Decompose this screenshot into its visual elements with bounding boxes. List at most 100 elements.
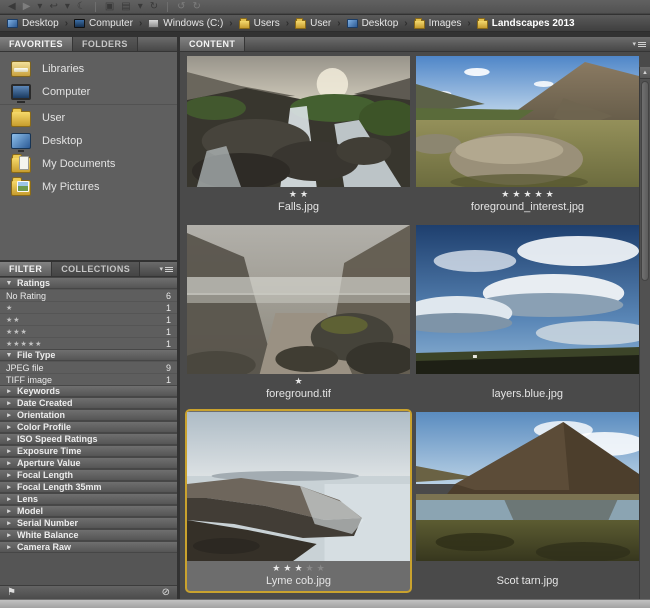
filter-section-focal-length[interactable]: ▸Focal Length bbox=[0, 469, 177, 481]
filter-row-[interactable]: ★★1 bbox=[0, 314, 177, 325]
filter-row-[interactable]: ★1 bbox=[0, 302, 177, 313]
favorites-item-my-documents[interactable]: My Documents bbox=[0, 152, 177, 175]
filter-section-ratings[interactable]: ▼Ratings bbox=[0, 277, 177, 289]
filter-section-focal-length-35mm[interactable]: ▸Focal Length 35mm bbox=[0, 481, 177, 493]
filter-row-jpeg-file[interactable]: JPEG file9 bbox=[0, 362, 177, 373]
refine-icon[interactable]: ↻ bbox=[150, 2, 158, 12]
filter-row-[interactable]: ★★★★★1 bbox=[0, 338, 177, 349]
rating-stars[interactable]: ★ bbox=[294, 375, 302, 388]
filter-section-exposure-time[interactable]: ▸Exposure Time bbox=[0, 445, 177, 457]
filter-section-white-balance[interactable]: ▸White Balance bbox=[0, 529, 177, 541]
falls-thumbnail-image[interactable] bbox=[187, 56, 410, 187]
star-filled-icon[interactable]: ★ bbox=[300, 190, 308, 199]
rating-stars[interactable]: ★★★★★ bbox=[501, 188, 553, 201]
breadcrumb-item-windows-c[interactable]: Windows (C:) bbox=[146, 18, 225, 29]
layers-blue-thumbnail-image[interactable] bbox=[416, 225, 639, 374]
file-name[interactable]: layers.blue.jpg bbox=[492, 388, 563, 402]
toolbar-separator bbox=[95, 2, 96, 12]
rating-stars[interactable]: ★★ bbox=[289, 188, 308, 201]
star-filled-icon[interactable]: ★ bbox=[512, 190, 520, 199]
filter-row-tiff-image[interactable]: TIFF image1 bbox=[0, 374, 177, 385]
rotate-right-icon[interactable]: ↻ bbox=[193, 2, 201, 12]
content-panel-menu-icon[interactable]: ▾ bbox=[632, 41, 646, 48]
thumbnail-cell-scot-tarn[interactable]: Scot tarn.jpg bbox=[414, 409, 641, 593]
expand-triangle-icon: ▸ bbox=[5, 544, 13, 551]
filter-row-[interactable]: ★★★1 bbox=[0, 326, 177, 337]
return-to-recent-icon[interactable]: ↩ bbox=[49, 2, 57, 12]
expand-triangle-icon: ▸ bbox=[5, 532, 13, 539]
star-filled-icon[interactable]: ★ bbox=[283, 564, 291, 573]
tab-collections[interactable]: COLLECTIONS bbox=[52, 262, 140, 276]
star-empty-icon[interactable]: ★ bbox=[317, 564, 325, 573]
star-filled-icon[interactable]: ★ bbox=[289, 190, 297, 199]
bridge-boomerang-icon[interactable]: ☾ bbox=[77, 2, 86, 12]
file-name[interactable]: foreground.tif bbox=[266, 388, 331, 402]
thumbnail-cell-layers-blue[interactable]: layers.blue.jpg bbox=[414, 222, 641, 406]
tab-content[interactable]: CONTENT bbox=[180, 37, 245, 51]
foreground-tif-thumbnail-image[interactable] bbox=[187, 225, 410, 374]
breadcrumb-item-user[interactable]: User bbox=[293, 18, 333, 29]
scroll-up-icon[interactable]: ▲ bbox=[640, 67, 650, 79]
filter-section-model[interactable]: ▸Model bbox=[0, 505, 177, 517]
thumbnail-cell-foreground-tif[interactable]: ★ foreground.tif bbox=[185, 222, 412, 406]
breadcrumb-item-desktop[interactable]: Desktop bbox=[5, 18, 61, 29]
star-empty-icon[interactable]: ★ bbox=[306, 564, 314, 573]
file-name[interactable]: Lyme cob.jpg bbox=[266, 575, 331, 589]
star-filled-icon[interactable]: ★ bbox=[535, 190, 543, 199]
file-name[interactable]: foreground_interest.jpg bbox=[471, 201, 584, 215]
breadcrumb-item-users[interactable]: Users bbox=[237, 18, 282, 29]
filter-panel-menu-icon[interactable]: ▾ bbox=[159, 266, 173, 273]
file-name[interactable]: Falls.jpg bbox=[278, 201, 319, 215]
favorites-item-my-pictures[interactable]: My Pictures bbox=[0, 175, 177, 198]
thumbnail-cell-falls[interactable]: ★★ Falls.jpg bbox=[185, 53, 412, 219]
content-scrollbar[interactable]: ▲ bbox=[639, 67, 650, 599]
tab-filter[interactable]: FILTER bbox=[0, 262, 52, 276]
open-in-camera-raw-icon[interactable]: ▤ bbox=[121, 2, 130, 12]
breadcrumb-item-landscapes-2013[interactable]: Landscapes 2013 bbox=[475, 18, 577, 29]
rotate-left-icon[interactable]: ↺ bbox=[177, 2, 185, 12]
thumbnail-cell-foreground-interest[interactable]: ★★★★★ foreground_interest.jpg bbox=[414, 53, 641, 219]
favorites-item-libraries[interactable]: Libraries bbox=[0, 57, 177, 80]
filter-section-iso-speed-ratings[interactable]: ▸ISO Speed Ratings bbox=[0, 433, 177, 445]
scot-tarn-thumbnail-image[interactable] bbox=[416, 412, 639, 561]
filter-section-color-profile[interactable]: ▸Color Profile bbox=[0, 421, 177, 433]
file-name[interactable]: Scot tarn.jpg bbox=[497, 575, 559, 589]
keep-filter-flag-icon[interactable]: ⚑ bbox=[7, 587, 16, 599]
star-filled-icon[interactable]: ★ bbox=[294, 564, 302, 573]
filter-section-orientation[interactable]: ▸Orientation bbox=[0, 409, 177, 421]
back-icon[interactable]: ◀ bbox=[8, 2, 16, 12]
filter-section-label: Ratings bbox=[17, 278, 50, 288]
star-filled-icon[interactable]: ★ bbox=[501, 190, 509, 199]
filter-section-date-created[interactable]: ▸Date Created bbox=[0, 397, 177, 409]
breadcrumb-item-images[interactable]: Images bbox=[412, 18, 464, 29]
lyme-cob-thumbnail-image[interactable] bbox=[187, 412, 410, 561]
foreground-interest-thumbnail-image[interactable] bbox=[416, 56, 639, 187]
filter-section-keywords[interactable]: ▸Keywords bbox=[0, 385, 177, 397]
tab-folders[interactable]: FOLDERS bbox=[73, 37, 138, 51]
recent-dropdown-icon[interactable]: ▾ bbox=[65, 2, 70, 12]
filter-section-lens[interactable]: ▸Lens bbox=[0, 493, 177, 505]
scrollbar-thumb[interactable] bbox=[641, 81, 649, 281]
star-filled-icon[interactable]: ★ bbox=[546, 190, 554, 199]
favorites-item-computer[interactable]: Computer bbox=[0, 80, 177, 103]
tab-favorites[interactable]: FAVORITES bbox=[0, 37, 73, 51]
star-filled-icon[interactable]: ★ bbox=[272, 564, 280, 573]
camera-raw-dropdown-icon[interactable]: ▾ bbox=[138, 2, 143, 12]
star-filled-icon[interactable]: ★ bbox=[523, 190, 531, 199]
favorites-item-user[interactable]: User bbox=[0, 106, 177, 129]
clear-filter-icon[interactable]: ⊘ bbox=[162, 587, 170, 599]
breadcrumb-item-computer[interactable]: Computer bbox=[72, 18, 135, 29]
filter-section-file-type[interactable]: ▼File Type bbox=[0, 349, 177, 361]
thumbnail-cell-lyme-cob[interactable]: ★★★★★ Lyme cob.jpg bbox=[185, 409, 412, 593]
rating-stars[interactable]: ★★★★★ bbox=[272, 562, 324, 575]
filter-section-aperture-value[interactable]: ▸Aperture Value bbox=[0, 457, 177, 469]
filter-row-no-rating[interactable]: No Rating6 bbox=[0, 290, 177, 301]
forward-icon[interactable]: ▶ bbox=[23, 2, 31, 12]
favorites-item-desktop[interactable]: Desktop bbox=[0, 129, 177, 152]
star-filled-icon[interactable]: ★ bbox=[294, 377, 302, 386]
get-photos-from-camera-icon[interactable]: ▣ bbox=[105, 2, 114, 12]
breadcrumb-item-desktop[interactable]: Desktop bbox=[345, 18, 401, 29]
filter-section-serial-number[interactable]: ▸Serial Number bbox=[0, 517, 177, 529]
filter-section-camera-raw[interactable]: ▸Camera Raw bbox=[0, 541, 177, 553]
history-dropdown-icon[interactable]: ▾ bbox=[37, 2, 42, 12]
